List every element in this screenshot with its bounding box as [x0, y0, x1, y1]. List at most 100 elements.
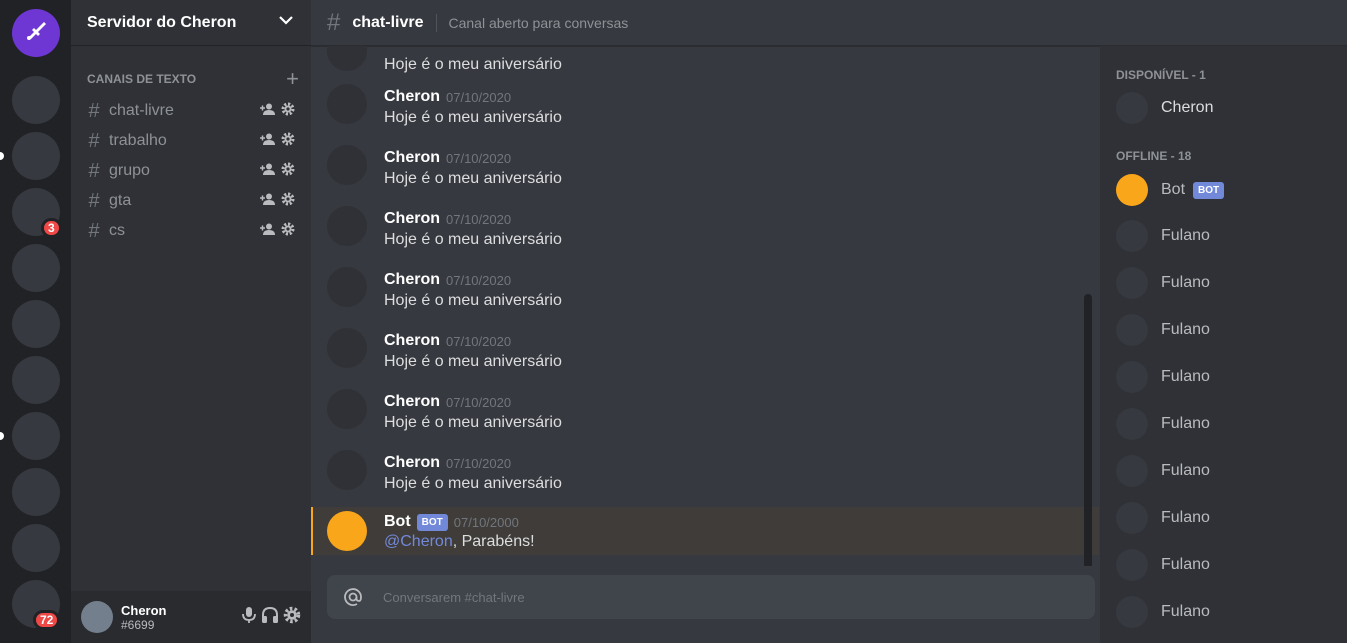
home-server-button[interactable] [12, 9, 60, 57]
gear-icon[interactable] [281, 102, 295, 121]
server-icon[interactable] [12, 468, 60, 516]
message-author[interactable]: Cheron [384, 393, 440, 411]
settings-gear-icon[interactable] [283, 606, 301, 629]
invite-icon[interactable] [260, 192, 275, 210]
server-icon[interactable] [12, 356, 60, 404]
invite-icon[interactable] [260, 222, 275, 240]
avatar[interactable] [327, 328, 367, 368]
member-item[interactable]: Fulano [1108, 449, 1218, 493]
message[interactable]: Cheron 07/10/2020 Hoje é o meu aniversári… [311, 261, 1084, 322]
member-item[interactable]: Fulano [1108, 543, 1218, 587]
invite-icon[interactable] [260, 132, 275, 150]
channel-topic: Canal aberto para conversas [448, 14, 629, 31]
avatar[interactable] [327, 206, 367, 246]
message[interactable]: Cheron 07/10/2020 Hoje é o meu aniversári… [311, 139, 1084, 200]
chevron-down-icon[interactable] [277, 11, 295, 34]
member-item[interactable]: Fulano [1108, 496, 1218, 540]
member-name: Fulano [1161, 368, 1210, 385]
channel-item[interactable]: # gta [79, 187, 303, 215]
gear-icon[interactable] [281, 132, 295, 151]
server-icon[interactable] [12, 524, 60, 572]
message-author[interactable]: Cheron [384, 210, 440, 228]
bot-message[interactable]: Bot BOT 07/10/2000 @Cheron, Parabéns! [311, 507, 1099, 555]
at-icon[interactable] [343, 587, 363, 607]
hash-icon: # [88, 219, 100, 242]
user-name: Cheron [121, 602, 167, 618]
member-name: Fulano [1161, 321, 1210, 338]
avatar [1116, 502, 1148, 534]
message[interactable]: Cheron 07/10/2020 Hoje é o meu aniversári… [311, 200, 1084, 261]
message-list[interactable]: Hoje é o meu aniversário Cheron 07/10/202… [311, 46, 1100, 566]
gear-icon[interactable] [281, 192, 295, 211]
user-mention[interactable]: @Cheron [384, 533, 453, 550]
avatar [1116, 361, 1148, 393]
avatar[interactable] [327, 46, 367, 71]
server-icon[interactable] [12, 132, 60, 180]
member-item[interactable]: Cheron [1108, 86, 1221, 130]
scrollbar[interactable] [1084, 46, 1092, 566]
server-icon[interactable] [12, 300, 60, 348]
channel-category[interactable]: CANAIS DE TEXTO + [87, 68, 299, 90]
avatar[interactable] [327, 267, 367, 307]
channel-item[interactable]: # chat-livre [79, 97, 303, 125]
gear-icon[interactable] [281, 222, 295, 241]
channel-item[interactable]: # cs [79, 217, 303, 245]
channel-item[interactable]: # grupo [79, 157, 303, 185]
bot-avatar[interactable] [327, 511, 367, 551]
message-timestamp: 07/10/2020 [446, 211, 512, 227]
server-icon[interactable] [12, 244, 60, 292]
message-text: Hoje é o meu aniversário [384, 170, 562, 187]
member-list-header [1100, 0, 1347, 46]
member-item[interactable]: Fulano [1108, 261, 1218, 305]
add-channel-icon[interactable]: + [286, 68, 299, 90]
channel-name: chat-livre [109, 102, 174, 119]
headphones-icon[interactable] [261, 606, 279, 629]
scrollbar-thumb[interactable] [1084, 294, 1092, 566]
message-text: Hoje é o meu aniversário [384, 109, 562, 126]
message[interactable]: Cheron 07/10/2020 Hoje é o meu aniversári… [311, 322, 1084, 383]
member-item[interactable]: Bot BOT [1108, 168, 1232, 212]
server-icon[interactable] [12, 76, 60, 124]
member-item[interactable]: Fulano [1108, 355, 1218, 399]
server-rail: 3 72 [0, 0, 71, 643]
server-header[interactable]: Servidor do Cheron [71, 0, 311, 46]
member-name: Fulano [1161, 462, 1210, 479]
channel-header: # chat-livre Canal aberto para conversas [311, 0, 1100, 46]
message-author[interactable]: Cheron [384, 332, 440, 350]
invite-icon[interactable] [260, 102, 275, 120]
message[interactable]: Cheron 07/10/2020 Hoje é o meu aniversári… [311, 383, 1084, 444]
server-icon[interactable] [12, 412, 60, 460]
hash-icon: # [88, 129, 100, 152]
gear-icon[interactable] [281, 162, 295, 181]
message-text: Hoje é o meu aniversário [384, 56, 562, 73]
avatar[interactable] [327, 145, 367, 185]
avatar[interactable] [327, 450, 367, 490]
message-author[interactable]: Cheron [384, 88, 440, 106]
member-name: Fulano [1161, 415, 1210, 432]
microphone-icon[interactable] [241, 606, 257, 629]
message-timestamp: 07/10/2020 [446, 89, 512, 105]
avatar[interactable] [327, 389, 367, 429]
avatar[interactable] [81, 601, 113, 633]
message-author[interactable]: Cheron [384, 454, 440, 472]
message-author[interactable]: Cheron [384, 149, 440, 167]
message-input[interactable] [383, 589, 1079, 605]
message-timestamp: 07/10/2020 [446, 394, 512, 410]
message[interactable]: Cheron 07/10/2020 Hoje é o meu aniversári… [311, 444, 1084, 505]
offline-section-header: OFFLINE - 18 [1116, 149, 1192, 163]
member-item[interactable]: Fulano [1108, 308, 1218, 352]
message-author[interactable]: Bot [384, 513, 411, 531]
avatar[interactable] [327, 84, 367, 124]
message[interactable]: Cheron 07/10/2020 Hoje é o meu aniversári… [311, 78, 1084, 139]
mention-badge: 3 [41, 218, 62, 238]
member-item[interactable]: Fulano [1108, 402, 1218, 446]
member-name: Fulano [1161, 274, 1210, 291]
channel-name: grupo [109, 162, 150, 179]
member-item[interactable]: Fulano [1108, 214, 1218, 258]
member-item[interactable]: Fulano [1108, 590, 1218, 634]
channel-item[interactable]: # trabalho [79, 127, 303, 155]
invite-icon[interactable] [260, 162, 275, 180]
message-author[interactable]: Cheron [384, 271, 440, 289]
message-text: Hoje é o meu aniversário [384, 231, 562, 248]
message-text: Hoje é o meu aniversário [384, 414, 562, 431]
